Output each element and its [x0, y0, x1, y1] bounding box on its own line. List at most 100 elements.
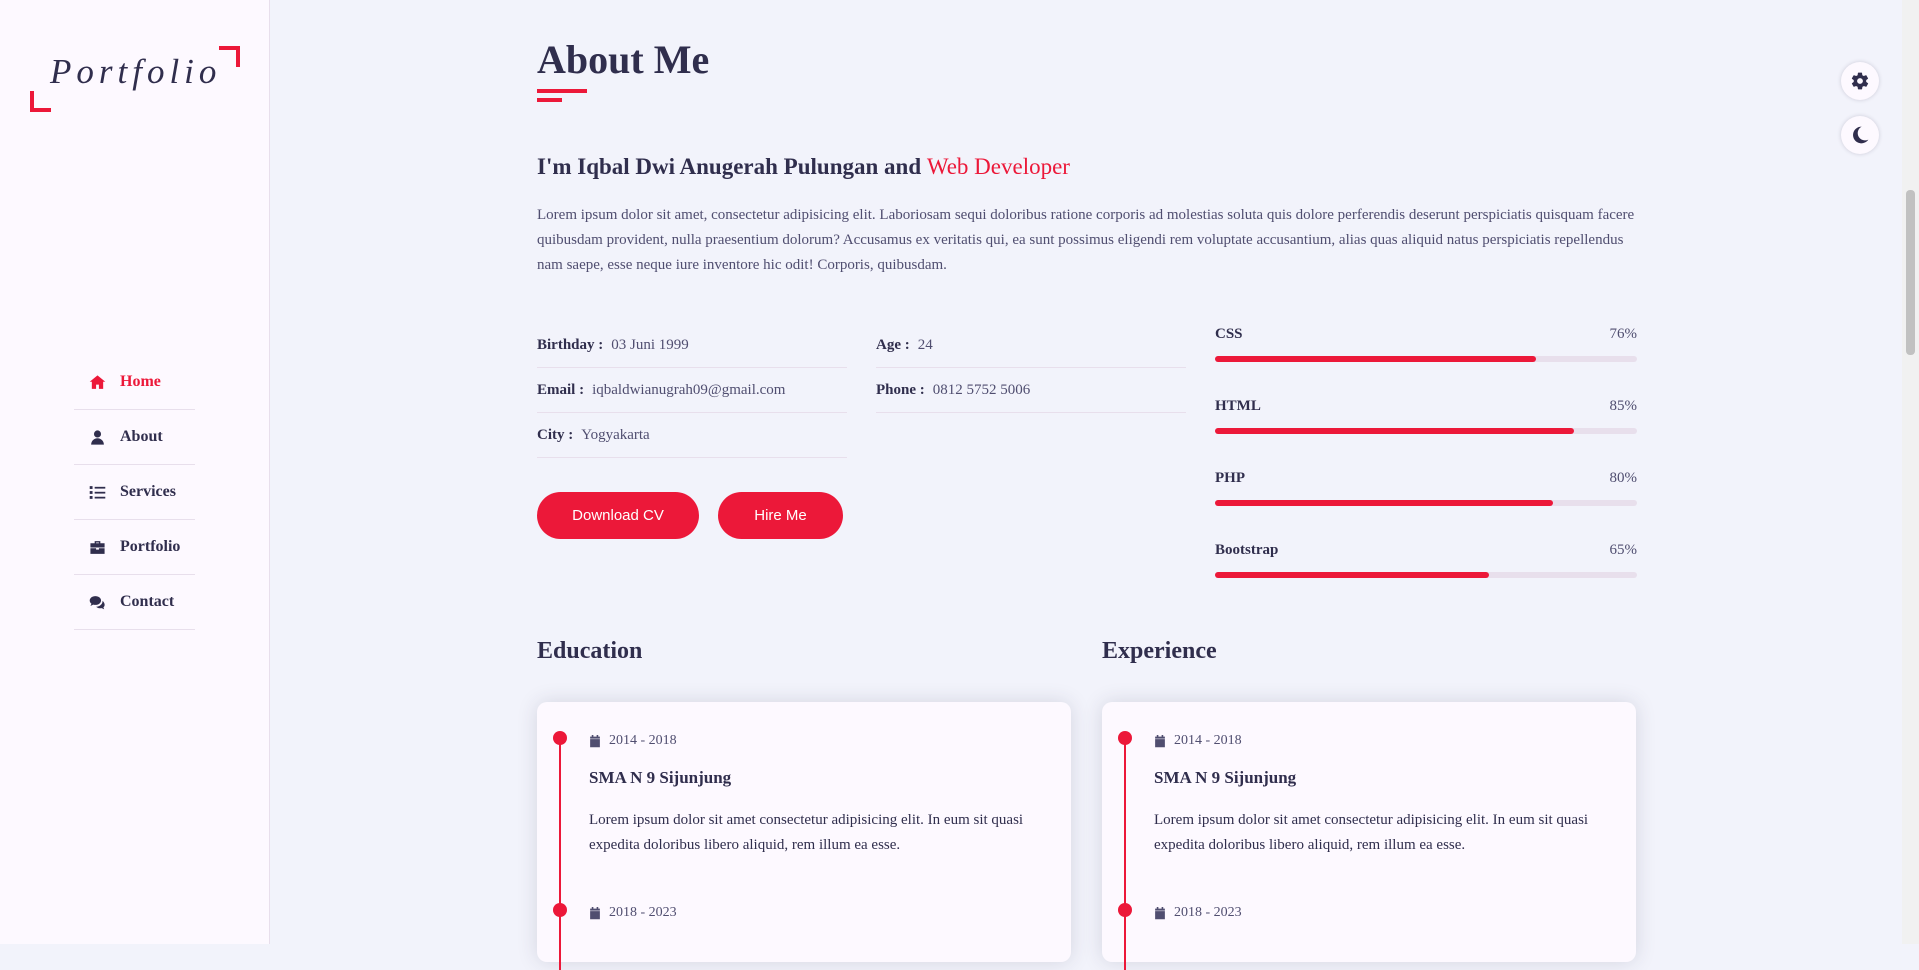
education-title: Education	[537, 638, 643, 664]
comments-icon	[86, 594, 108, 611]
briefcase-icon	[86, 539, 108, 556]
timeline-desc: Lorem ipsum dolor sit amet consectetur a…	[589, 812, 1024, 853]
skill-name: HTML	[1215, 398, 1261, 414]
nav-item-label: Home	[120, 373, 161, 390]
timeline-date-text: 2018 - 2023	[1174, 905, 1242, 920]
info-birthday: Birthday : 03 Juni 1999	[537, 323, 847, 368]
intro-paragraph: Lorem ipsum dolor sit amet, consectetur …	[537, 207, 1635, 273]
skill-percent: 65%	[1609, 542, 1638, 558]
skill-name: Bootstrap	[1215, 542, 1279, 558]
info-phone: Phone : 0812 5752 5006	[876, 368, 1186, 413]
nav-item-label: Portfolio	[120, 538, 181, 555]
calendar-icon	[590, 734, 600, 747]
experience-timeline: 2014 - 2018 SMA N 9 Sijunjung Lorem ipsu…	[1102, 702, 1636, 970]
skill-item: PHP 80%	[1215, 466, 1637, 538]
info-age: Age : 24	[876, 323, 1186, 368]
skill-progress-track	[1215, 572, 1637, 578]
page-scrollbar[interactable]	[1902, 0, 1919, 944]
intro-heading: I'm Iqbal Dwi Anugerah Pulungan and Web …	[537, 154, 1070, 180]
calendar-icon	[590, 906, 600, 919]
intro-prefix: I'm Iqbal Dwi Anugerah Pulungan and	[537, 154, 927, 179]
info-value: 24	[917, 336, 933, 353]
intro-role: Web Developer	[926, 154, 1070, 179]
timeline-dot	[1118, 731, 1132, 745]
style-switcher-toggle[interactable]	[1841, 62, 1879, 100]
nav-item-home[interactable]: Home	[74, 355, 195, 410]
education-timeline: 2014 - 2018 SMA N 9 Sijunjung Lorem ipsu…	[537, 702, 1071, 970]
skill-name: PHP	[1215, 470, 1245, 486]
info-value: 03 Juni 1999	[611, 336, 689, 353]
nav-item-label: Contact	[120, 593, 175, 610]
skill-item: HTML 85%	[1215, 394, 1637, 466]
timeline-line	[1124, 740, 1126, 970]
timeline-dot	[553, 731, 567, 745]
timeline-date-text: 2014 - 2018	[609, 733, 677, 748]
download-cv-button[interactable]: Download CV	[537, 492, 699, 539]
info-label: Age :	[876, 336, 910, 353]
timeline-date: 2018 - 2023	[1154, 905, 1242, 921]
nav-item-contact[interactable]: Contact	[74, 575, 195, 630]
timeline-date: 2014 - 2018	[1154, 733, 1242, 749]
title-underline	[537, 89, 587, 93]
info-city: City : Yogyakarta	[537, 413, 847, 458]
scrollbar-thumb[interactable]	[1906, 190, 1915, 355]
nav-item-about[interactable]: About	[74, 410, 195, 465]
skills-list: CSS 76% HTML 85% PHP 80% Bootstrap 65%	[1215, 322, 1637, 610]
personal-info-left: Birthday : 03 Juni 1999 Email : iqbaldwi…	[537, 323, 847, 458]
home-icon	[86, 374, 108, 391]
timeline-date: 2018 - 2023	[589, 905, 677, 921]
nav-item-services[interactable]: Services	[74, 465, 195, 520]
timeline-dot	[1118, 903, 1132, 917]
skill-progress-fill	[1215, 428, 1574, 434]
nav-item-label: Services	[120, 483, 176, 500]
timeline-line	[559, 740, 561, 970]
user-icon	[86, 429, 108, 446]
info-label: Phone :	[876, 381, 925, 398]
dark-mode-toggle[interactable]	[1841, 116, 1879, 154]
timeline-school: SMA N 9 Sijunjung	[1154, 768, 1297, 787]
timeline-school: SMA N 9 Sijunjung	[589, 768, 732, 787]
calendar-icon	[1155, 906, 1165, 919]
page-title: About Me	[537, 37, 710, 82]
info-value: Yogyakarta	[581, 426, 650, 443]
title-underline-short	[537, 98, 562, 102]
main-nav: Home About Services Portfolio Contact	[74, 355, 195, 630]
skill-percent: 80%	[1609, 470, 1638, 486]
gear-icon	[1851, 72, 1869, 90]
skill-progress-fill	[1215, 500, 1553, 506]
info-label: Email :	[537, 381, 585, 398]
info-email: Email : iqbaldwianugrah09@gmail.com	[537, 368, 847, 413]
info-label: City :	[537, 426, 574, 443]
skill-percent: 76%	[1609, 326, 1638, 342]
timeline-dot	[553, 903, 567, 917]
timeline-desc: Lorem ipsum dolor sit amet consectetur a…	[1154, 812, 1589, 853]
hire-me-button[interactable]: Hire Me	[718, 492, 843, 539]
skill-progress-track	[1215, 500, 1637, 506]
nav-item-label: About	[120, 428, 163, 445]
logo-text: Portfolio	[50, 52, 222, 91]
experience-title: Experience	[1102, 638, 1217, 664]
list-icon	[86, 484, 108, 501]
moon-icon	[1853, 126, 1869, 144]
skill-item: Bootstrap 65%	[1215, 538, 1637, 610]
logo[interactable]: Portfolio	[30, 46, 240, 112]
skill-progress-fill	[1215, 356, 1536, 362]
info-label: Birthday :	[537, 336, 604, 353]
skill-progress-fill	[1215, 572, 1490, 578]
skill-item: CSS 76%	[1215, 322, 1637, 394]
timeline-date: 2014 - 2018	[589, 733, 677, 749]
skill-progress-track	[1215, 428, 1637, 434]
personal-info-right: Age : 24 Phone : 0812 5752 5006	[876, 323, 1186, 413]
timeline-date-text: 2018 - 2023	[609, 905, 677, 920]
info-value: iqbaldwianugrah09@gmail.com	[592, 381, 786, 398]
logo-corner-top-right	[219, 46, 240, 67]
calendar-icon	[1155, 734, 1165, 747]
logo-corner-bottom-left	[30, 91, 51, 112]
timeline-date-text: 2014 - 2018	[1174, 733, 1242, 748]
info-value: 0812 5752 5006	[932, 381, 1031, 398]
skill-name: CSS	[1215, 326, 1243, 342]
skill-progress-track	[1215, 356, 1637, 362]
sidebar: Portfolio Home About Services Portfolio	[0, 0, 270, 944]
nav-item-portfolio[interactable]: Portfolio	[74, 520, 195, 575]
skill-percent: 85%	[1609, 398, 1638, 414]
